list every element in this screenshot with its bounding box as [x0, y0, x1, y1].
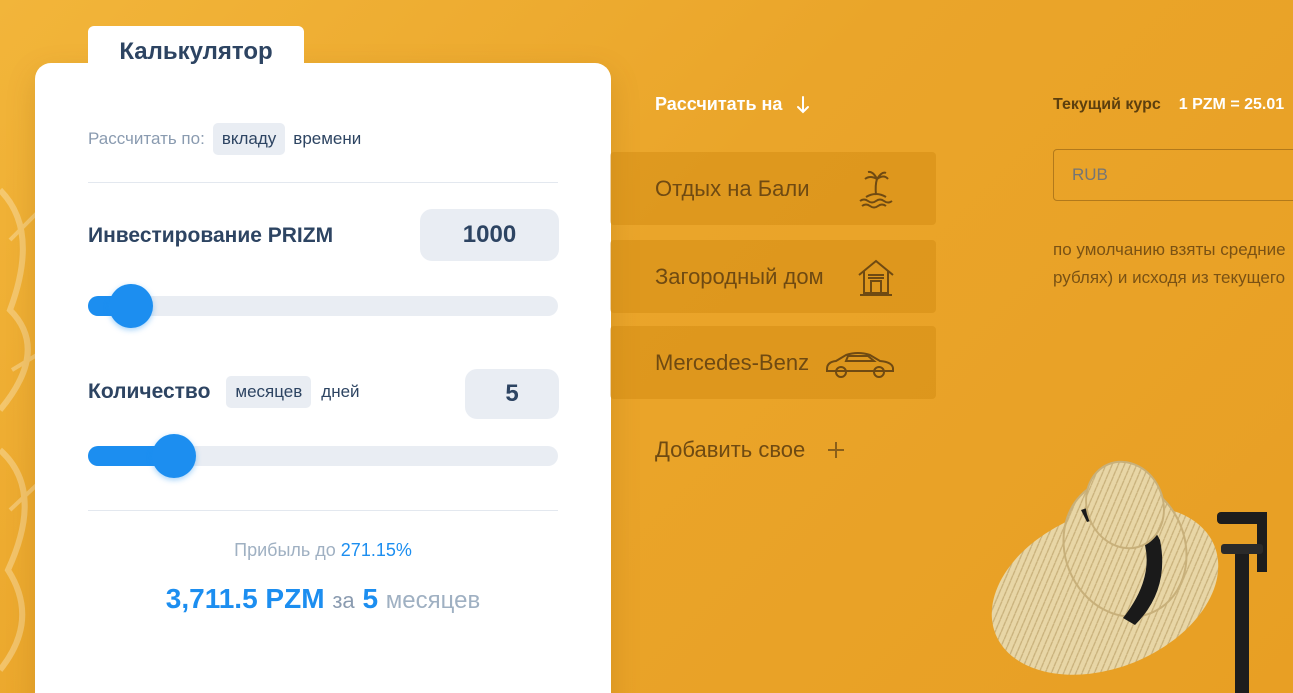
- calc-by-label: Рассчитать по:: [88, 129, 205, 148]
- goal-item-label: Mercedes-Benz: [655, 349, 810, 375]
- divider: [88, 510, 558, 511]
- arrow-down-icon: [797, 95, 810, 113]
- calc-on-header: Рассчитать на: [655, 94, 810, 115]
- current-rate-label: Текущий курс: [1053, 96, 1161, 113]
- goal-item-label: Загородный дом: [655, 263, 824, 289]
- add-own-goal[interactable]: Добавить свое: [655, 437, 845, 463]
- quantity-slider[interactable]: [88, 434, 558, 478]
- goal-item-bali[interactable]: Отдых на Бали: [610, 152, 936, 225]
- rate-note-line: по умолчанию взяты средние: [1053, 240, 1286, 259]
- calc-by-time-option[interactable]: времени: [293, 129, 361, 149]
- result-period-number: 5: [362, 583, 379, 614]
- tab-calculator[interactable]: Калькулятор: [88, 26, 304, 78]
- investment-slider-thumb[interactable]: [109, 284, 154, 328]
- rate-note: по умолчанию взяты средние рублях) и исх…: [1053, 236, 1293, 292]
- quantity-row: Количество месяцев дней: [88, 376, 360, 408]
- result-period-unit: месяцев: [385, 587, 481, 614]
- result-line: 3,711.5 PZM за 5 месяцев: [35, 583, 611, 615]
- profit-percent: 271.15%: [340, 540, 412, 560]
- goal-item-label: Отдых на Бали: [655, 175, 810, 201]
- quantity-unit-months-option[interactable]: месяцев: [226, 376, 312, 408]
- current-rate-value: 1 PZM = 25.01: [1178, 96, 1285, 113]
- palm-island-icon: [859, 170, 893, 208]
- investment-slider[interactable]: [88, 284, 558, 328]
- calc-on-label: Рассчитать на: [655, 94, 783, 114]
- calc-by-deposit-option[interactable]: вкладу: [212, 123, 286, 155]
- quantity-unit-days-option[interactable]: дней: [321, 382, 359, 402]
- profit-prefix: Прибыль до: [234, 540, 336, 560]
- investment-value-input[interactable]: 1000: [420, 209, 559, 261]
- result-amount: 3,711.5 PZM: [165, 583, 325, 614]
- house-icon: [858, 259, 894, 296]
- currency-input[interactable]: [1053, 149, 1293, 201]
- result-for-word: за: [332, 588, 355, 613]
- plus-icon: [828, 442, 845, 458]
- quantity-slider-thumb[interactable]: [151, 434, 196, 478]
- car-icon: [826, 351, 894, 378]
- divider: [88, 182, 558, 183]
- investment-label: Инвестирование PRIZM: [88, 224, 334, 247]
- straw-hat-image: [991, 460, 1267, 693]
- profit-line: Прибыль до 271.15%: [35, 540, 611, 561]
- goal-item-country-house[interactable]: Загородный дом: [610, 240, 936, 313]
- current-rate-row: Текущий курс 1 PZM = 25.01: [1053, 96, 1284, 114]
- calc-mode-row: Рассчитать по: вкладу времени: [88, 123, 361, 155]
- add-own-label: Добавить свое: [655, 437, 806, 462]
- quantity-label: Количество: [88, 380, 211, 403]
- quantity-value-input[interactable]: 5: [465, 369, 559, 419]
- goal-item-mercedes[interactable]: Mercedes-Benz: [610, 326, 936, 399]
- calculator-card: Рассчитать по: вкладу времени Инвестиров…: [35, 63, 611, 693]
- rate-note-line: рублях) и исходя из текущего: [1053, 268, 1286, 287]
